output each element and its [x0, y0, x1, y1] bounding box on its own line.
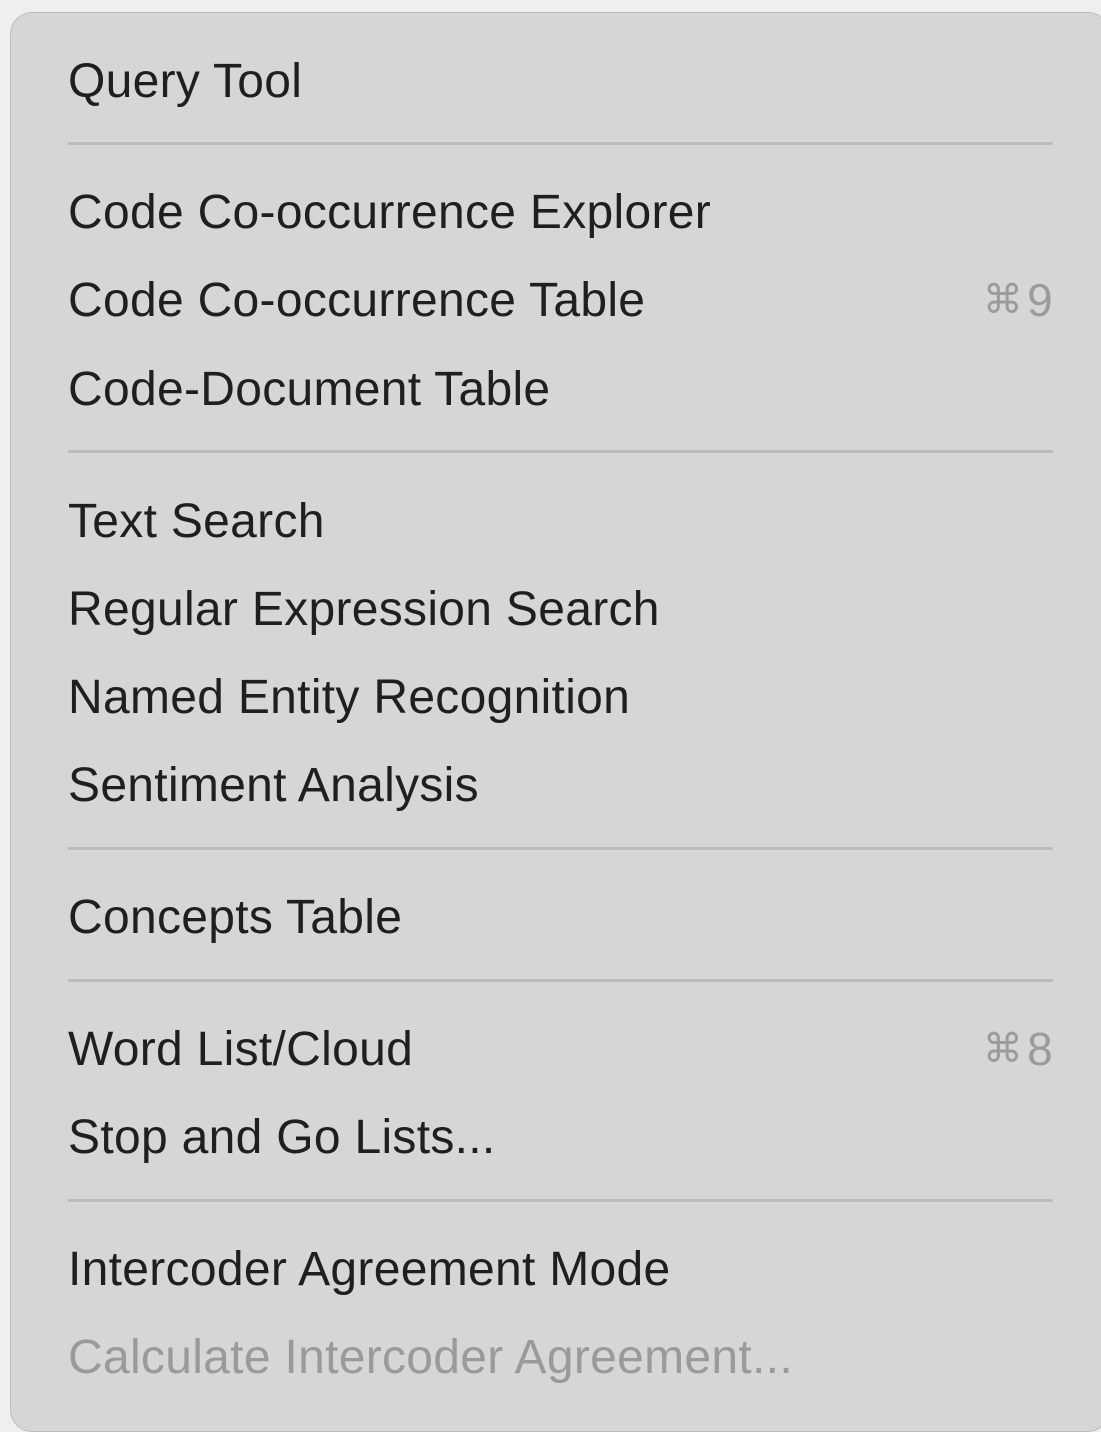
- menu-item-label: Sentiment Analysis: [68, 758, 479, 812]
- keyboard-shortcut: ⌘ 9: [983, 273, 1053, 327]
- menu-item-query-tool[interactable]: Query Tool: [68, 41, 1053, 121]
- menu-item-word-list-cloud[interactable]: Word List/Cloud ⌘ 8: [68, 1009, 1053, 1089]
- command-icon: ⌘: [982, 1026, 1024, 1072]
- menu-item-label: Regular Expression Search: [68, 582, 660, 636]
- menu-item-label: Intercoder Agreement Mode: [68, 1242, 671, 1296]
- menu-item-label: Code Co-occurrence Explorer: [68, 185, 712, 239]
- menu-item-label: Named Entity Recognition: [68, 670, 631, 724]
- shortcut-key: 9: [1027, 274, 1053, 326]
- menu-separator: [68, 979, 1053, 982]
- menu-separator: [68, 847, 1053, 850]
- shortcut-key: 8: [1027, 1023, 1053, 1075]
- menu-item-named-entity-recognition[interactable]: Named Entity Recognition: [68, 657, 1053, 737]
- menu-item-label: Text Search: [68, 494, 325, 548]
- menu-item-text-search[interactable]: Text Search: [68, 481, 1053, 561]
- menu-item-label: Query Tool: [68, 54, 303, 108]
- menu-item-calculate-intercoder-agreement: Calculate Intercoder Agreement...: [68, 1317, 1053, 1397]
- menu-item-code-co-occurrence-table[interactable]: Code Co-occurrence Table ⌘ 9: [68, 260, 1053, 340]
- menu-item-label: Word List/Cloud: [68, 1022, 414, 1076]
- menu-item-label: Concepts Table: [68, 890, 403, 944]
- menu-separator: [68, 1199, 1053, 1202]
- analyze-menu: Query Tool Code Co-occurrence Explorer C…: [10, 12, 1101, 1432]
- menu-separator: [68, 450, 1053, 453]
- menu-item-sentiment-analysis[interactable]: Sentiment Analysis: [68, 745, 1053, 825]
- menu-item-concepts-table[interactable]: Concepts Table: [68, 877, 1053, 957]
- menu-item-code-document-table[interactable]: Code-Document Table: [68, 349, 1053, 429]
- menu-item-label: Stop and Go Lists...: [68, 1110, 496, 1164]
- menu-item-stop-and-go-lists[interactable]: Stop and Go Lists...: [68, 1097, 1053, 1177]
- menu-item-label: Code Co-occurrence Table: [68, 273, 646, 327]
- menu-item-intercoder-agreement-mode[interactable]: Intercoder Agreement Mode: [68, 1229, 1053, 1309]
- menu-item-regular-expression-search[interactable]: Regular Expression Search: [68, 569, 1053, 649]
- menu-item-label: Code-Document Table: [68, 362, 551, 416]
- command-icon: ⌘: [982, 277, 1024, 323]
- menu-item-label: Calculate Intercoder Agreement...: [68, 1330, 793, 1384]
- menu-item-code-co-occurrence-explorer[interactable]: Code Co-occurrence Explorer: [68, 172, 1053, 252]
- keyboard-shortcut: ⌘ 8: [983, 1022, 1053, 1076]
- menu-separator: [68, 142, 1053, 145]
